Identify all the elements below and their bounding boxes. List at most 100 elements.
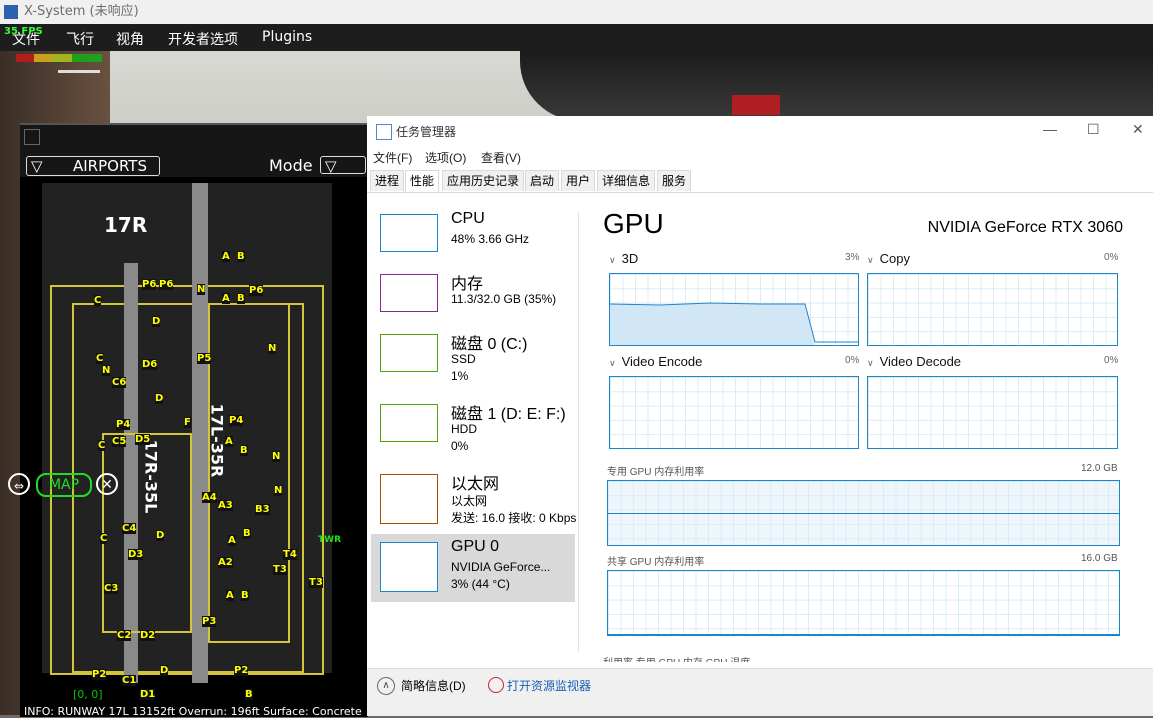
taxiway-label: D3 (128, 549, 144, 560)
map-coordinates: [0, 0] (73, 688, 103, 701)
taxiway-label: D (156, 530, 165, 541)
taxiway-label: T3 (309, 577, 323, 588)
taxiway-label: C (100, 533, 108, 544)
taxiway-label: A (222, 251, 230, 262)
map-button[interactable]: MAP (36, 473, 92, 497)
stats-row-cutoff: 利用率 专用 GPU 内存 GPU 温度 (603, 654, 1073, 662)
taxiway-label: D1 (140, 689, 156, 700)
xsystem-menubar: 文件 飞行 视角 开发者选项 Plugins (0, 24, 1153, 51)
taxiway-label: P2 (234, 665, 249, 676)
graph-video-encode (609, 376, 859, 449)
menu-developer[interactable]: 开发者选项 (168, 29, 238, 49)
sidebar-item-disk1[interactable]: 磁盘 1 (D: E: F:) HDD 0% (371, 396, 575, 464)
engine-selector-3d[interactable]: ∨ 3D (609, 251, 638, 266)
task-manager-icon (376, 124, 392, 140)
graph-video-decode (867, 376, 1118, 449)
close-button[interactable]: ✕ (1132, 121, 1144, 138)
graph-dedicated-memory (607, 480, 1120, 546)
taxiway-label: D (160, 665, 169, 676)
menu-file[interactable]: 文件(F) (373, 149, 412, 166)
engine-selector-video-encode[interactable]: ∨ Video Encode (609, 354, 702, 369)
taxiway-label: A (226, 590, 234, 601)
xsystem-title: X-System (未响应) (24, 4, 139, 19)
mode-dropdown[interactable]: ▽ (320, 156, 366, 175)
sidebar-item-gpu0[interactable]: GPU 0 NVIDIA GeForce... 3% (44 °C) (371, 534, 575, 602)
taxiway-label: P6 (159, 279, 174, 290)
taxiway-label: A (222, 293, 230, 304)
menu-flight[interactable]: 飞行 (66, 29, 94, 49)
sidebar-item-disk0[interactable]: 磁盘 0 (C:) SSD 1% (371, 326, 575, 394)
chevron-up-icon[interactable]: ∧ (377, 677, 395, 695)
disk0-mini-graph (380, 334, 438, 372)
sidebar-item-memory[interactable]: 内存 11.3/32.0 GB (35%) (371, 266, 575, 334)
menu-view[interactable]: 视角 (116, 29, 144, 49)
engine-selector-video-decode[interactable]: ∨ Video Decode (867, 354, 961, 369)
move-arrows-icon[interactable]: ⇔ (8, 473, 30, 495)
maximize-button[interactable]: ☐ (1087, 121, 1100, 138)
task-manager-window: 任务管理器 — ☐ ✕ 文件(F) 选项(O) 查看(V) 进程 性能 应用历史… (367, 116, 1153, 716)
airport-diagram[interactable]: 17R 17R-35L 17L-35R P6 P6 P6 A B A B N C… (42, 183, 332, 700)
engine-selector-copy[interactable]: ∨ Copy (867, 251, 910, 266)
taxiway-label: D5 (135, 434, 151, 445)
runway-label-17r: 17R (104, 213, 148, 237)
taxiway-label: T4 (283, 549, 297, 560)
task-manager-title: 任务管理器 (396, 125, 457, 139)
tab-processes[interactable]: 进程 (370, 170, 405, 191)
graph-copy (867, 273, 1118, 346)
task-manager-footer: ∧ 简略信息(D) 打开资源监视器 (367, 668, 1153, 716)
taxiway-label: B (237, 293, 245, 304)
pane-divider[interactable] (578, 212, 579, 652)
taxiway-label: F (184, 417, 191, 428)
engine-3d-pct: 3% (845, 252, 860, 263)
taxiway-label: A2 (218, 557, 233, 568)
taxiway-label: C (98, 440, 106, 451)
graph-3d (609, 273, 859, 346)
tab-startup[interactable]: 启动 (525, 170, 560, 191)
tab-app-history[interactable]: 应用历史记录 (442, 170, 525, 191)
map-window-icon[interactable] (24, 129, 40, 145)
resource-monitor-icon (488, 677, 504, 693)
taxiway-label: N (274, 485, 283, 496)
close-icon[interactable]: ✕ (96, 473, 118, 495)
tower-label: TWR (318, 535, 341, 545)
tab-performance[interactable]: 性能 (405, 170, 440, 192)
open-resource-monitor-link[interactable]: 打开资源监视器 (507, 677, 591, 694)
taxiway-label: D6 (142, 359, 158, 370)
taxiway-label: C (94, 295, 102, 306)
taxiway-label: P4 (229, 415, 244, 426)
taxiway-label: C6 (112, 377, 127, 388)
tab-services[interactable]: 服务 (657, 170, 692, 191)
taxiway-label: C2 (117, 630, 132, 641)
menu-plugins[interactable]: Plugins (262, 29, 312, 45)
sidebar-item-cpu[interactable]: CPU 48% 3.66 GHz (371, 206, 575, 274)
fewer-details-link[interactable]: 简略信息(D) (401, 677, 466, 694)
airports-dropdown[interactable]: ▽ AIRPORTS (26, 156, 160, 176)
minimize-button[interactable]: — (1043, 121, 1057, 137)
taxiway-label: C5 (112, 436, 127, 447)
dedicated-memory-max: 12.0 GB (1081, 463, 1118, 474)
menu-options[interactable]: 选项(O) (425, 149, 466, 166)
task-manager-titlebar: 任务管理器 — ☐ ✕ (367, 116, 1153, 146)
taxiway-label: N (268, 343, 277, 354)
graph-shared-memory (607, 570, 1120, 636)
taxiway-label: B (243, 528, 251, 539)
taxiway-label: D2 (140, 630, 156, 641)
disk1-mini-graph (380, 404, 438, 442)
taxiway-label: D (152, 316, 161, 327)
tab-users[interactable]: 用户 (561, 170, 596, 191)
engine-copy-pct: 0% (1104, 252, 1119, 263)
gpu-model: NVIDIA GeForce RTX 3060 (927, 219, 1123, 236)
tab-details[interactable]: 详细信息 (597, 170, 656, 191)
shared-memory-max: 16.0 GB (1081, 553, 1118, 564)
chevron-down-icon: ∨ (609, 255, 616, 265)
perf-sidebar: CPU 48% 3.66 GHz 内存 11.3/32.0 GB (35%) 磁… (367, 192, 579, 662)
menu-view[interactable]: 查看(V) (481, 149, 521, 166)
taxiway-label: T3 (273, 564, 287, 575)
cpu-mini-graph (380, 214, 438, 252)
taxiway-label: C3 (104, 583, 119, 594)
app-icon (4, 5, 18, 19)
ethernet-mini-graph (380, 474, 438, 524)
map-controls: ⇔ MAP ✕ (6, 471, 122, 497)
sidebar-item-ethernet[interactable]: 以太网 以太网 发送: 16.0 接收: 0 Kbps (371, 466, 576, 534)
runway-label-17l-35r: 17L-35R (207, 403, 227, 478)
